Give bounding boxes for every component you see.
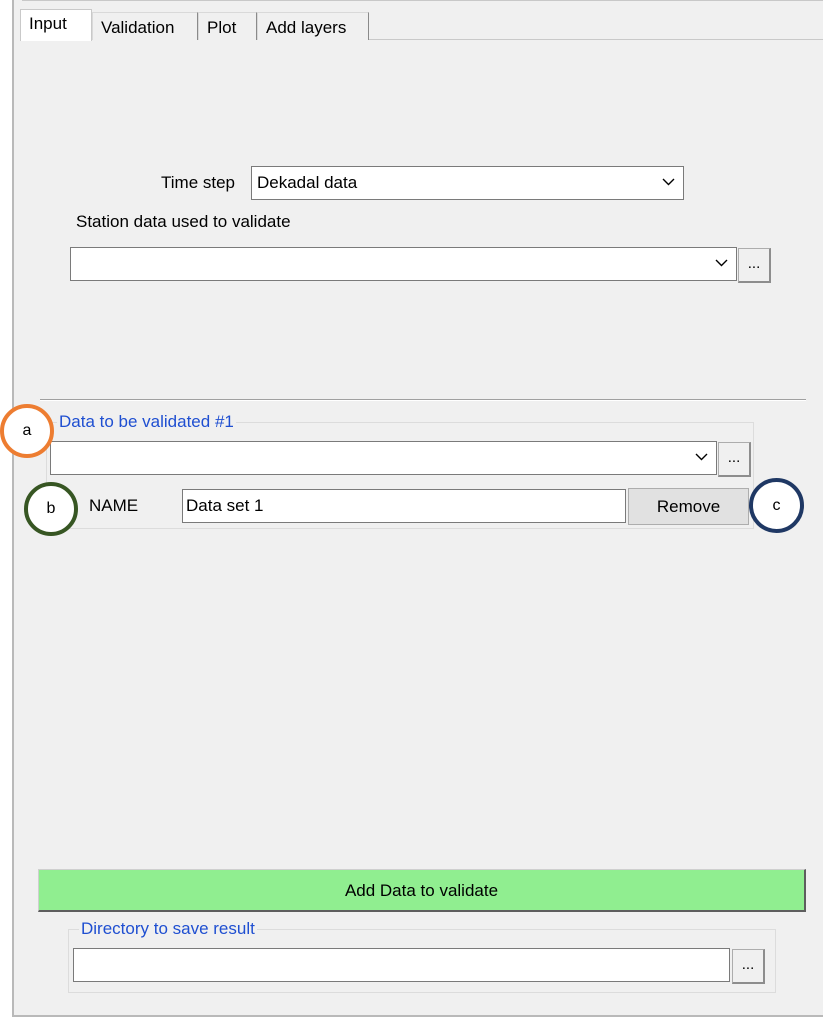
- directory-legend: Directory to save result: [79, 919, 257, 939]
- data-to-validate-select[interactable]: [50, 441, 717, 475]
- tab-validation[interactable]: Validation: [92, 12, 198, 40]
- chevron-down-icon: [662, 178, 675, 186]
- chevron-down-icon: [715, 259, 728, 267]
- time-step-label: Time step: [161, 173, 236, 192]
- data-browse-button[interactable]: ...: [718, 442, 751, 477]
- tab-plot[interactable]: Plot: [198, 12, 257, 40]
- station-browse-button[interactable]: ...: [738, 248, 771, 283]
- tab-input[interactable]: Input: [20, 9, 92, 41]
- remove-button[interactable]: Remove: [628, 488, 749, 525]
- directory-input[interactable]: [73, 948, 730, 982]
- top-border: [22, 0, 823, 1]
- annotation-marker-c: c: [749, 478, 804, 533]
- dataset-name-value: Data set 1: [186, 496, 264, 515]
- name-label: NAME: [89, 496, 139, 515]
- time-step-value: Dekadal data: [257, 173, 358, 192]
- add-data-button[interactable]: Add Data to validate: [38, 869, 806, 912]
- data-to-validate-legend: Data to be validated #1: [57, 412, 236, 432]
- dataset-name-input[interactable]: Data set 1: [182, 489, 626, 523]
- annotation-marker-b: b: [24, 482, 78, 536]
- time-step-select[interactable]: Dekadal data: [251, 166, 684, 200]
- station-data-label: Station data used to validate: [76, 212, 291, 231]
- annotation-marker-a: a: [0, 404, 54, 458]
- tab-bar: Input Validation Plot Add layers: [20, 9, 823, 41]
- chevron-down-icon: [695, 453, 708, 461]
- station-data-select[interactable]: [70, 247, 737, 281]
- tab-add-layers[interactable]: Add layers: [257, 12, 369, 40]
- directory-browse-button[interactable]: ...: [732, 949, 765, 984]
